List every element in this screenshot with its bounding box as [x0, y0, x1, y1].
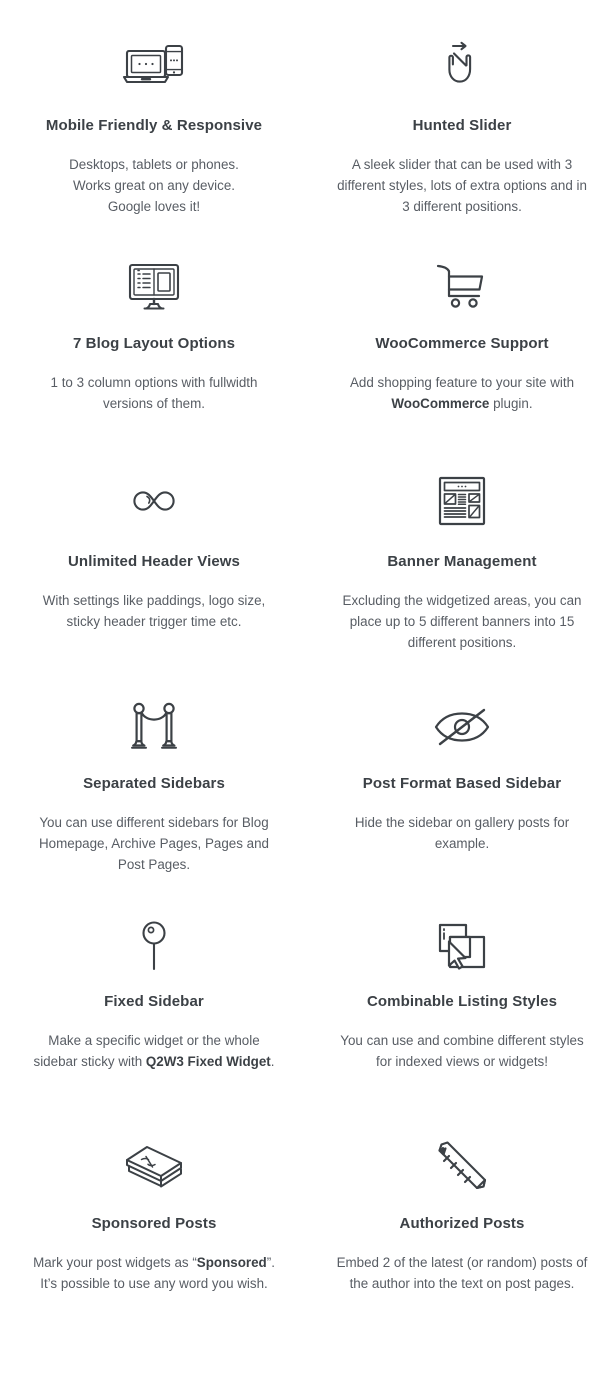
feature-description: Excluding the widgetized areas, you can …	[342, 592, 582, 650]
feature-card-post-format-based-sidebar: Post Format Based Sidebar Hide the sideb…	[308, 696, 616, 916]
feature-title: Combinable Listing Styles	[366, 993, 558, 1010]
shopping-cart-icon	[434, 256, 490, 318]
feature-title: Sponsored Posts	[91, 1215, 217, 1232]
feature-description: With settings like paddings, logo size, …	[42, 592, 266, 629]
feature-card-authorized-posts: Authorized Posts Embed 2 of the latest (…	[308, 1136, 616, 1356]
feature-description: Mark your post widgets as “Sponsored”. I…	[33, 1254, 275, 1291]
feature-card-hunted-slider: Hunted Slider A sleek slider that can be…	[308, 36, 616, 256]
feature-card-banner-management: Banner Management Excluding the widgetiz…	[308, 476, 616, 696]
feature-card-fixed-sidebar: Fixed Sidebar Make a specific widget or …	[0, 916, 308, 1136]
velvet-rope-barrier-icon	[130, 696, 178, 758]
feature-title: 7 Blog Layout Options	[72, 335, 236, 352]
features-grid: Mobile Friendly & Responsive Desktops, t…	[0, 0, 616, 1356]
overlapping-windows-cursor-icon	[436, 916, 488, 978]
feature-title: WooCommerce Support	[375, 335, 549, 352]
money-stack-icon	[125, 1136, 183, 1198]
feature-title: Post Format Based Sidebar	[362, 775, 562, 792]
feature-title: Mobile Friendly & Responsive	[45, 117, 263, 134]
push-pin-icon	[137, 916, 171, 978]
swipe-hand-icon	[436, 36, 488, 98]
feature-title: Banner Management	[387, 553, 537, 570]
pen-icon	[436, 1136, 488, 1198]
feature-card-mobile-friendly-responsive: Mobile Friendly & Responsive Desktops, t…	[0, 36, 308, 256]
feature-title: Separated Sidebars	[83, 775, 225, 792]
feature-card-separated-sidebars: Separated Sidebars You can use different…	[0, 696, 308, 916]
feature-description: Add shopping feature to your site with W…	[349, 374, 575, 411]
feature-card-unlimited-header-views: Unlimited Header Views With settings lik…	[0, 476, 308, 696]
feature-title: Hunted Slider	[412, 117, 512, 134]
feature-title: Authorized Posts	[399, 1215, 525, 1232]
feature-title: Fixed Sidebar	[104, 993, 204, 1010]
monitor-layout-icon	[127, 256, 181, 318]
newspaper-layout-icon	[437, 476, 487, 526]
feature-card-sponsored-posts: Sponsored Posts Mark your post widgets a…	[0, 1136, 308, 1356]
feature-description: Desktops, tablets or phones. Works great …	[69, 156, 239, 214]
laptop-phone-icon	[122, 36, 186, 98]
feature-card-combinable-listing-styles: Combinable Listing Styles You can use an…	[308, 916, 616, 1136]
feature-description: Hide the sidebar on gallery posts for ex…	[354, 814, 570, 851]
feature-title: Unlimited Header Views	[68, 553, 240, 570]
eye-slash-icon	[433, 696, 491, 758]
feature-description: You can use different sidebars for Blog …	[38, 814, 270, 872]
feature-card-blog-layout-options: 7 Blog Layout Options 1 to 3 column opti…	[0, 256, 308, 476]
feature-description: 1 to 3 column options with fullwidth ver…	[50, 374, 258, 411]
feature-description: Make a specific widget or the whole side…	[33, 1032, 275, 1069]
feature-description: You can use and combine different styles…	[340, 1032, 584, 1069]
feature-description: A sleek slider that can be used with 3 d…	[337, 156, 587, 214]
feature-card-woocommerce-support: WooCommerce Support Add shopping feature…	[308, 256, 616, 476]
infinity-icon	[125, 476, 183, 526]
feature-description: Embed 2 of the latest (or random) posts …	[336, 1254, 588, 1291]
